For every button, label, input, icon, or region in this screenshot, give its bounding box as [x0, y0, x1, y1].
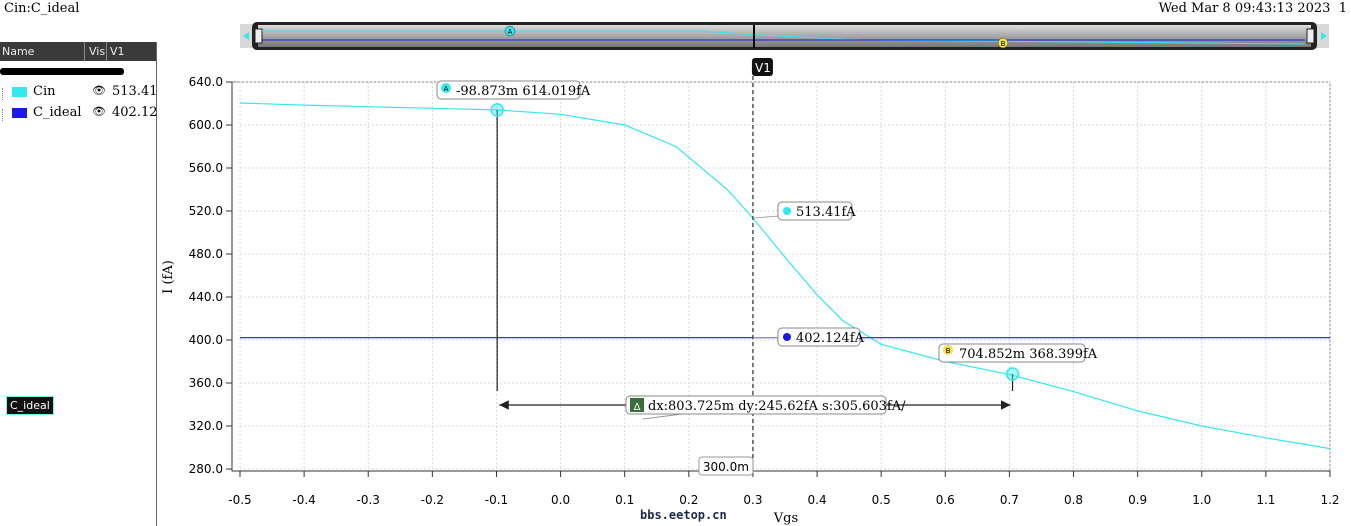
y-tick-label: 560.0 [189, 161, 223, 175]
x-tick-label: 1.0 [1192, 493, 1211, 507]
marker-b-label: 704.852m 368.399fA [959, 347, 1098, 362]
y-tick-label: 320.0 [189, 419, 223, 433]
navigator-marker-a-letter: A [508, 28, 513, 36]
x-tick-label: 0.0 [551, 493, 570, 507]
chart: A B -0.5 -0.4 -0.3 -0.2 -0.1 0.0 0.1 0.2 0.3 0.4 0… [161, 22, 1340, 526]
marker-b-letter: B [946, 347, 951, 355]
x-tick-label: 0.2 [679, 493, 698, 507]
y-tick-label: 600.0 [189, 118, 223, 132]
x-tick-label: -0.4 [292, 493, 315, 507]
x-tick-label: -0.2 [421, 493, 444, 507]
y-tick-labels: 280.0 320.0 360.0 400.0 440.0 480.0 520.0 560.0… [189, 75, 232, 476]
marker-a-letter: A [444, 85, 449, 93]
y-tick-label: 640.0 [189, 75, 223, 89]
watermark: bbs.eetop.cn [640, 508, 727, 522]
marker-a-point [490, 103, 504, 117]
x-tick-label: 0.5 [872, 493, 891, 507]
x-tick-label: -0.3 [357, 493, 380, 507]
delta-label: dx:803.725m dy:245.62fA s:305.603fA/ [648, 399, 906, 414]
marker-a-label: -98.873m 614.019fA [456, 84, 591, 99]
x-tick-label: 1.2 [1320, 493, 1339, 507]
y-tick-label: 520.0 [189, 204, 223, 218]
x-tick-labels: -0.5 -0.4 -0.3 -0.2 -0.1 0.0 0.1 0.2 0.3 0.4 0.5 0.… [228, 471, 1340, 507]
x-tick-label: -0.5 [228, 493, 251, 507]
cin-intercept-label: 513.41fA [796, 205, 856, 220]
navigator-bar[interactable]: A B [240, 22, 1329, 50]
y-axis-label: I (fA) [161, 260, 176, 294]
x-tick-label: 0.9 [1128, 493, 1147, 507]
x-tick-label: 0.6 [936, 493, 955, 507]
cin-intercept-dot [783, 207, 791, 215]
x-tick-label: 0.4 [808, 493, 827, 507]
y-tick-label: 440.0 [189, 290, 223, 304]
cursor-x-readout: 300.0m [703, 460, 749, 474]
y-tick-label: 480.0 [189, 247, 223, 261]
ideal-intercept-dot [783, 333, 791, 341]
delta-symbol: Δ [634, 402, 641, 413]
x-axis-label: Vgs [773, 511, 798, 526]
y-tick-label: 280.0 [189, 462, 223, 476]
x-tick-label: 0.3 [743, 493, 762, 507]
y-tick-label: 360.0 [189, 376, 223, 390]
marker-b-point [1005, 367, 1020, 381]
x-tick-label: 0.7 [1000, 493, 1019, 507]
x-tick-label: 0.8 [1064, 493, 1083, 507]
y-tick-label: 400.0 [189, 333, 223, 347]
navigator-left-handle[interactable] [254, 28, 263, 44]
x-tick-label: 0.1 [615, 493, 634, 507]
ideal-intercept-label: 402.124fA [796, 331, 865, 346]
x-tick-label: 1.1 [1256, 493, 1275, 507]
navigator-right-handle[interactable] [1306, 28, 1315, 44]
cursor-tag-label: V1 [755, 61, 771, 75]
navigator-marker-b-letter: B [1001, 40, 1006, 48]
x-tick-label: -0.1 [485, 493, 508, 507]
